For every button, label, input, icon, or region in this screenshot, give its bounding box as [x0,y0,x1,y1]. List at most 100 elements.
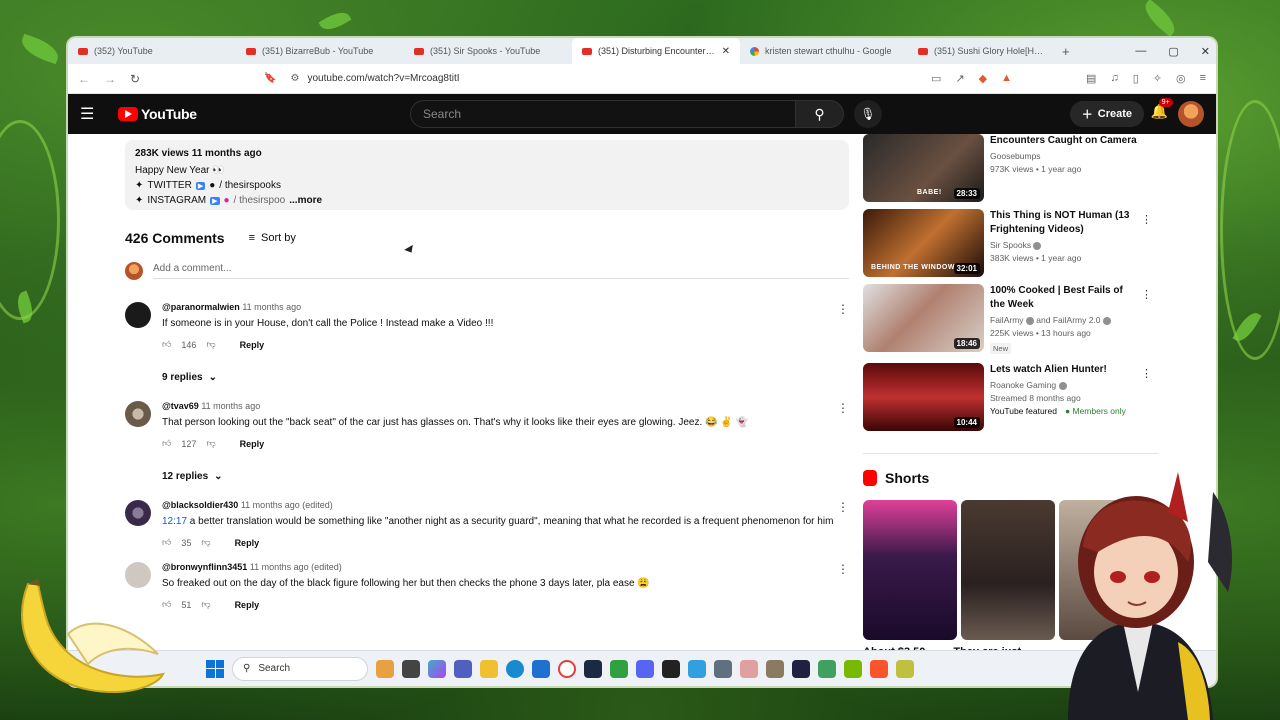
copilot-icon[interactable] [428,659,446,678]
add-comment-input[interactable]: Add a comment... [153,263,849,279]
like-icon[interactable]: 👍︎ [162,339,171,350]
channel-name-2[interactable]: and FailArmy 2.0 [1036,315,1100,325]
app-icon[interactable] [792,659,810,678]
app-icon[interactable] [740,659,758,678]
like-icon[interactable]: 👍︎ [162,438,171,449]
app-icon[interactable] [766,659,784,678]
app-icon[interactable] [818,659,836,678]
more-options-icon[interactable]: ⋮ [1141,367,1152,380]
more-options-icon[interactable]: ⋮ [837,401,849,415]
brave-rewards-icon[interactable]: ▲ [1001,72,1012,85]
comment-author[interactable]: @bronwynflinn3451 [162,562,247,572]
account-avatar[interactable] [1178,101,1204,127]
reply-button[interactable]: Reply [235,538,260,548]
close-window-icon[interactable]: ✕ [1201,45,1210,58]
vpn-icon[interactable]: ◎ [1176,72,1186,85]
video-thumbnail[interactable]: 18:46 [863,284,984,352]
channel-name[interactable]: Sir Spooks [990,240,1031,250]
instagram-link[interactable]: / thesirspoo [234,195,286,206]
gift-icon[interactable] [376,659,394,678]
app-icon[interactable] [688,659,706,678]
recommended-video[interactable]: BEHIND THE WINDOW 32:01 This Thing is NO… [863,209,1158,277]
steam-icon[interactable] [584,659,602,678]
comment-author[interactable]: @paranormalwien [162,302,240,312]
browser-tab-active[interactable]: (351) Disturbing Encounters Y ✕ [572,38,740,64]
channel-name[interactable]: FailArmy [990,315,1024,325]
video-title[interactable]: This Thing is NOT Human (13 Frightening … [990,209,1140,237]
recommended-video[interactable]: 10:44 Lets watch Alien Hunter! Roanoke G… [863,363,1158,431]
cast-icon[interactable]: ▭ [931,72,941,85]
comment-author[interactable]: @blacksoldier430 [162,500,238,510]
site-info-icon[interactable]: ⚙ [291,73,300,84]
channel-name[interactable]: Goosebumps [990,151,1140,161]
video-description[interactable]: 283K views 11 months ago Happy New Year … [125,140,849,210]
short-thumbnail[interactable] [863,500,957,640]
channel-name[interactable]: Roanoke Gaming [990,380,1056,390]
taskview-icon[interactable] [402,659,420,678]
browser-tab[interactable]: (351) Sir Spooks - YouTube [404,38,572,64]
dislike-icon[interactable]: 👎︎ [201,537,210,548]
minimize-icon[interactable]: — [1135,45,1146,57]
notifications-button[interactable]: 🔔 9+ [1151,98,1173,120]
video-title[interactable]: Encounters Caught on Camera [990,134,1140,148]
youtube-featured-label[interactable]: YouTube featured [990,406,1057,416]
epic-games-icon[interactable] [662,659,680,678]
video-title[interactable]: Lets watch Alien Hunter! [990,363,1140,377]
replies-toggle[interactable]: 12 replies ⌄ [162,471,849,482]
twitter-link[interactable]: / thesirspooks [219,180,281,191]
more-button[interactable]: ...more [289,195,322,206]
file-explorer-icon[interactable] [480,659,498,678]
comment-time[interactable]: 11 months ago (edited) [241,500,333,510]
commenter-avatar[interactable] [125,302,151,328]
share-icon[interactable]: ↗ [955,72,964,85]
more-options-icon[interactable]: ⋮ [837,302,849,316]
taskbar-search[interactable]: ⚲ Search [232,656,368,681]
app-icon[interactable] [896,659,914,678]
xbox-icon[interactable] [610,659,628,678]
more-options-icon[interactable]: ⋮ [837,562,849,576]
new-tab-button[interactable]: + [1062,44,1070,59]
discord-icon[interactable] [636,659,654,678]
commenter-avatar[interactable] [125,401,151,427]
commenter-avatar[interactable] [125,500,151,526]
reply-button[interactable]: Reply [240,439,265,449]
youtube-logo[interactable]: YouTube [118,106,197,122]
start-button-icon[interactable] [206,659,224,678]
voice-search-button[interactable]: 🎙 [854,100,882,128]
video-thumbnail[interactable]: 10:44 [863,363,984,431]
comment-author[interactable]: @tvav69 [162,401,199,411]
nvidia-icon[interactable] [844,659,862,678]
forward-icon[interactable]: → [104,72,116,86]
close-tab-icon[interactable]: ✕ [722,46,730,57]
hamburger-menu-icon[interactable]: ☰ [80,104,108,124]
app-icon[interactable] [714,659,732,678]
video-thumbnail[interactable]: BEHIND THE WINDOW 32:01 [863,209,984,277]
opera-icon[interactable] [558,659,576,678]
browser-tab[interactable]: (351) Sushi Glory Hole[Hololive A [908,38,1058,64]
browser-tab[interactable]: (352) YouTube [68,38,236,64]
browser-tab[interactable]: kristen stewart cthulhu - Google [740,38,908,64]
video-title[interactable]: 100% Cooked | Best Fails of the Week [990,284,1140,312]
replies-toggle[interactable]: 9 replies ⌄ [162,372,849,383]
brave-browser-icon[interactable] [870,659,888,678]
teams-icon[interactable] [454,659,472,678]
extensions-icon[interactable]: ✧ [1153,72,1162,85]
sort-by-button[interactable]: ≡ Sort by [249,232,296,244]
video-timestamp-link[interactable]: 12:17 [162,516,187,527]
comment-time[interactable]: 11 months ago [242,302,301,312]
reply-button[interactable]: Reply [235,600,260,610]
recommended-video[interactable]: 18:46 100% Cooked | Best Fails of the We… [863,284,1158,356]
menu-icon[interactable]: ≡ [1200,72,1206,85]
comment-time[interactable]: 11 months ago (edited) [250,562,342,572]
sidebar-icon[interactable]: ▤ [1086,72,1096,85]
brave-shield-icon[interactable]: ◆ [979,72,987,85]
bookmark-icon[interactable]: 🔖 [264,73,276,84]
dislike-icon[interactable]: 👎︎ [201,599,210,610]
search-input[interactable]: Search [410,100,796,128]
back-icon[interactable]: ← [78,72,90,86]
comment-time[interactable]: 11 months ago [201,401,260,411]
reload-icon[interactable]: ↻ [130,72,140,86]
reader-icon[interactable]: ▯ [1133,72,1139,85]
more-options-icon[interactable]: ⋮ [837,500,849,514]
more-options-icon[interactable]: ⋮ [1141,288,1152,301]
